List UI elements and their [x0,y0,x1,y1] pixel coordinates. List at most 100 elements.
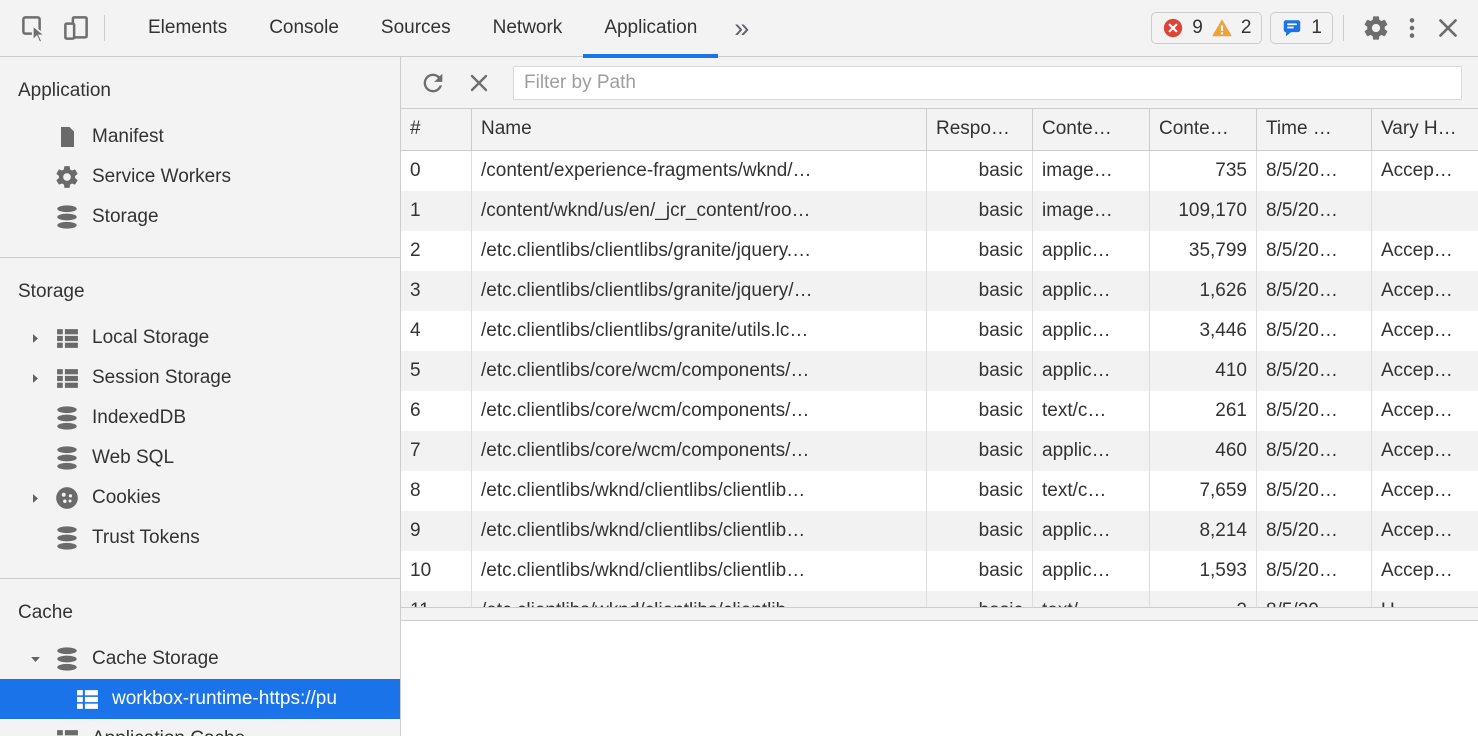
inspect-element-icon[interactable] [16,10,52,46]
table-row[interactable]: 11/etc.clientlibs/wknd/clientlibs/client… [401,591,1478,607]
device-toolbar-icon[interactable] [58,10,94,46]
sidebar-item-service-workers[interactable]: Service Workers [0,157,400,197]
tab-console[interactable]: Console [248,0,360,57]
column-header-3[interactable]: Conte… [1033,109,1150,150]
database-icon [52,523,82,553]
preview-pane [401,621,1478,736]
cell: basic [927,511,1033,551]
chevron-right-icon[interactable] [28,371,52,386]
cell: basic [927,271,1033,311]
sidebar-item-cookies[interactable]: Cookies [0,478,400,518]
messages-badge[interactable]: 1 [1270,12,1333,44]
cell: 8/5/20… [1257,271,1372,311]
cell: 735 [1150,151,1257,191]
cell: 410 [1150,351,1257,391]
cell: 35,799 [1150,231,1257,271]
cell: applic… [1033,311,1150,351]
sidebar-item-session-storage[interactable]: Session Storage [0,358,400,398]
preview-splitter[interactable] [401,607,1478,621]
cell: basic [927,471,1033,511]
cell: Accep… [1372,511,1478,551]
cell: image… [1033,151,1150,191]
sidebar-item-web-sql[interactable]: Web SQL [0,438,400,478]
sidebar-item-cache-storage[interactable]: Cache Storage [0,639,400,679]
top-toolbar: ElementsConsoleSourcesNetworkApplication… [0,0,1478,57]
cell: 6 [401,391,472,431]
sidebar-item-label: Trust Tokens [92,527,200,549]
filter-by-path-input[interactable] [513,66,1462,100]
more-tabs-button[interactable]: » [718,13,765,44]
cell: Accep… [1372,351,1478,391]
close-devtools-icon[interactable] [1430,10,1466,46]
cell: applic… [1033,351,1150,391]
column-header-1[interactable]: Name [472,109,927,150]
toolbar-control-icons [1358,10,1466,46]
cell: 8/5/20… [1257,471,1372,511]
cell: basic [927,191,1033,231]
chevron-down-icon[interactable] [28,652,52,667]
chevron-right-icon[interactable] [28,491,52,506]
cell: applic… [1033,431,1150,471]
cell: Accep… [1372,311,1478,351]
cell: 109,170 [1150,191,1257,231]
sidebar-item-label: Cache Storage [92,648,219,670]
grid-header: #NameRespo…Conte…Conte…Time …Vary H… [401,109,1478,151]
sidebar-item-local-storage[interactable]: Local Storage [0,318,400,358]
table-row[interactable]: 0/content/experience-fragments/wknd/…bas… [401,151,1478,191]
table-row[interactable]: 6/etc.clientlibs/core/wcm/components/…ba… [401,391,1478,431]
table-row[interactable]: 9/etc.clientlibs/wknd/clientlibs/clientl… [401,511,1478,551]
tab-network[interactable]: Network [472,0,584,57]
message-bubble-icon [1281,17,1303,39]
toolbar-left-icons [0,10,94,46]
table-row[interactable]: 8/etc.clientlibs/wknd/clientlibs/clientl… [401,471,1478,511]
sidebar-item-label: IndexedDB [92,407,186,429]
sidebar-item-manifest[interactable]: Manifest [0,117,400,157]
sidebar-item-application-cache[interactable]: Application Cache [0,719,400,736]
delete-selected-icon[interactable] [463,67,495,99]
table-row[interactable]: 1/content/wknd/us/en/_jcr_content/roo…ba… [401,191,1478,231]
column-header-5[interactable]: Time … [1257,109,1372,150]
column-header-0[interactable]: # [401,109,472,150]
issues-badge[interactable]: 9 2 [1151,12,1262,44]
cell: /etc.clientlibs/clientlibs/granite/utils… [472,311,927,351]
error-count: 9 [1192,17,1203,39]
cell: Accep… [1372,271,1478,311]
settings-gear-icon[interactable] [1358,10,1394,46]
table-row[interactable]: 10/etc.clientlibs/wknd/clientlibs/client… [401,551,1478,591]
cell: basic [927,591,1033,607]
cell: /etc.clientlibs/clientlibs/granite/jquer… [472,231,927,271]
table-row[interactable]: 5/etc.clientlibs/core/wcm/components/…ba… [401,351,1478,391]
sidebar-item-workbox-runtime-https-pu[interactable]: workbox-runtime-https://pu [0,679,400,719]
tab-application[interactable]: Application [583,0,718,57]
toolbar-divider [104,15,105,41]
application-sidebar: ApplicationManifestService WorkersStorag… [0,57,401,736]
table-icon [52,363,82,393]
tab-elements[interactable]: Elements [127,0,248,57]
column-header-2[interactable]: Respo… [927,109,1033,150]
cell: Accep… [1372,391,1478,431]
application-panel: ApplicationManifestService WorkersStorag… [0,57,1478,736]
sidebar-item-label: Session Storage [92,367,231,389]
column-header-6[interactable]: Vary H… [1372,109,1478,150]
table-row[interactable]: 7/etc.clientlibs/core/wcm/components/…ba… [401,431,1478,471]
refresh-icon[interactable] [417,67,449,99]
sidebar-item-indexeddb[interactable]: IndexedDB [0,398,400,438]
table-row[interactable]: 3/etc.clientlibs/clientlibs/granite/jque… [401,271,1478,311]
chevron-right-icon[interactable] [28,331,52,346]
more-options-icon[interactable] [1394,10,1430,46]
cell: basic [927,151,1033,191]
tab-sources[interactable]: Sources [360,0,472,57]
sidebar-item-storage[interactable]: Storage [0,197,400,237]
cell: 0 [401,151,472,191]
sidebar-item-trust-tokens[interactable]: Trust Tokens [0,518,400,558]
table-row[interactable]: 4/etc.clientlibs/clientlibs/granite/util… [401,311,1478,351]
sidebar-section-application: ApplicationManifestService WorkersStorag… [0,57,400,258]
cell: Accep… [1372,231,1478,271]
section-title: Cache [0,579,400,639]
cell: 3 [401,271,472,311]
column-header-4[interactable]: Conte… [1150,109,1257,150]
toolbar-right: 9 2 [1143,10,1478,46]
section-title: Application [0,57,400,117]
cell: 7,659 [1150,471,1257,511]
table-row[interactable]: 2/etc.clientlibs/clientlibs/granite/jque… [401,231,1478,271]
